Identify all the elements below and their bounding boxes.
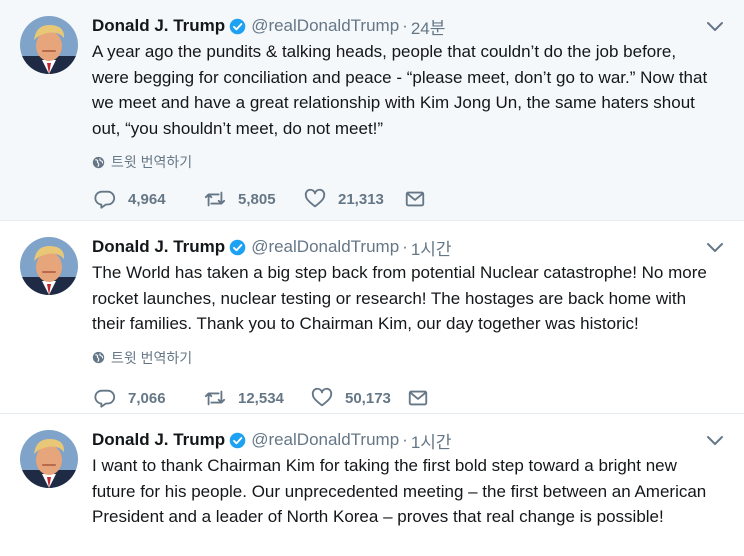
globe-icon [92, 351, 105, 364]
chevron-down-icon[interactable] [706, 434, 724, 448]
reply-icon [94, 389, 116, 408]
translate-tweet-link[interactable]: 트윗 번역하기 [92, 152, 712, 172]
reply-button[interactable]: 4,964 [94, 188, 204, 210]
heart-icon [304, 188, 326, 208]
author-handle[interactable]: @realDonaldTrump [251, 237, 399, 257]
tweet-actions: 4,964 5,805 21,313 [94, 187, 438, 211]
tweet-header: Donald J. Trump @realDonaldTrump · 24분 [92, 14, 712, 38]
like-button[interactable]: 21,313 [304, 188, 404, 210]
author-name[interactable]: Donald J. Trump [92, 16, 225, 36]
separator-dot: · [402, 430, 408, 449]
retweet-count: 12,534 [238, 389, 284, 407]
author-name[interactable]: Donald J. Trump [92, 430, 225, 450]
like-count: 21,313 [338, 190, 384, 208]
translate-label: 트윗 번역하기 [111, 349, 193, 366]
tweet-text: The World has taken a big step back from… [92, 263, 707, 333]
tweet-timestamp[interactable]: 1시간 [411, 235, 452, 260]
reply-icon [94, 190, 116, 209]
tweet-timestamp[interactable]: 24분 [411, 14, 446, 39]
retweet-count: 5,805 [238, 190, 276, 208]
tweet[interactable]: Donald J. Trump @realDonaldTrump · 1시간 T… [0, 221, 744, 414]
envelope-icon [408, 390, 428, 406]
separator-dot: · [402, 237, 408, 256]
author-name[interactable]: Donald J. Trump [92, 237, 225, 257]
author-handle[interactable]: @realDonaldTrump [251, 16, 399, 36]
tweet-timeline: Donald J. Trump @realDonaldTrump · 24분 A… [0, 0, 744, 556]
verified-badge-icon [229, 18, 246, 35]
tweet-text: A year ago the pundits & talking heads, … [92, 42, 708, 138]
reply-count: 7,066 [128, 389, 166, 407]
like-button[interactable]: 50,173 [311, 387, 407, 409]
reply-button[interactable]: 7,066 [94, 387, 204, 409]
tweet-text: I want to thank Chairman Kim for taking … [92, 456, 707, 526]
avatar[interactable] [20, 16, 78, 74]
tweet-header: Donald J. Trump @realDonaldTrump · 1시간 [92, 235, 712, 259]
author-handle[interactable]: @realDonaldTrump [251, 430, 399, 450]
verified-badge-icon [229, 432, 246, 449]
translate-label: 트윗 번역하기 [111, 154, 193, 170]
translate-tweet-link[interactable]: 트윗 번역하기 [92, 348, 712, 368]
envelope-icon [405, 191, 425, 207]
tweet-timestamp[interactable]: 1시간 [411, 428, 452, 453]
chevron-down-icon[interactable] [706, 20, 724, 34]
verified-badge-icon [229, 239, 246, 256]
chevron-down-icon[interactable] [706, 241, 724, 255]
separator-dot: · [402, 16, 408, 35]
direct-message-button[interactable] [407, 387, 441, 409]
retweet-icon [204, 390, 226, 406]
tweet[interactable]: Donald J. Trump @realDonaldTrump · 1시간 I… [0, 414, 744, 556]
globe-icon [92, 156, 105, 168]
tweet[interactable]: Donald J. Trump @realDonaldTrump · 24분 A… [0, 0, 744, 221]
heart-icon [311, 387, 333, 407]
tweet-actions: 7,066 12,534 50,173 [94, 386, 441, 410]
avatar[interactable] [20, 237, 78, 295]
reply-count: 4,964 [128, 190, 166, 208]
retweet-button[interactable]: 5,805 [204, 188, 304, 210]
tweet-header: Donald J. Trump @realDonaldTrump · 1시간 [92, 428, 712, 452]
direct-message-button[interactable] [404, 188, 438, 210]
retweet-icon [204, 191, 226, 207]
like-count: 50,173 [345, 389, 391, 407]
avatar[interactable] [20, 430, 78, 488]
retweet-button[interactable]: 12,534 [204, 387, 311, 409]
